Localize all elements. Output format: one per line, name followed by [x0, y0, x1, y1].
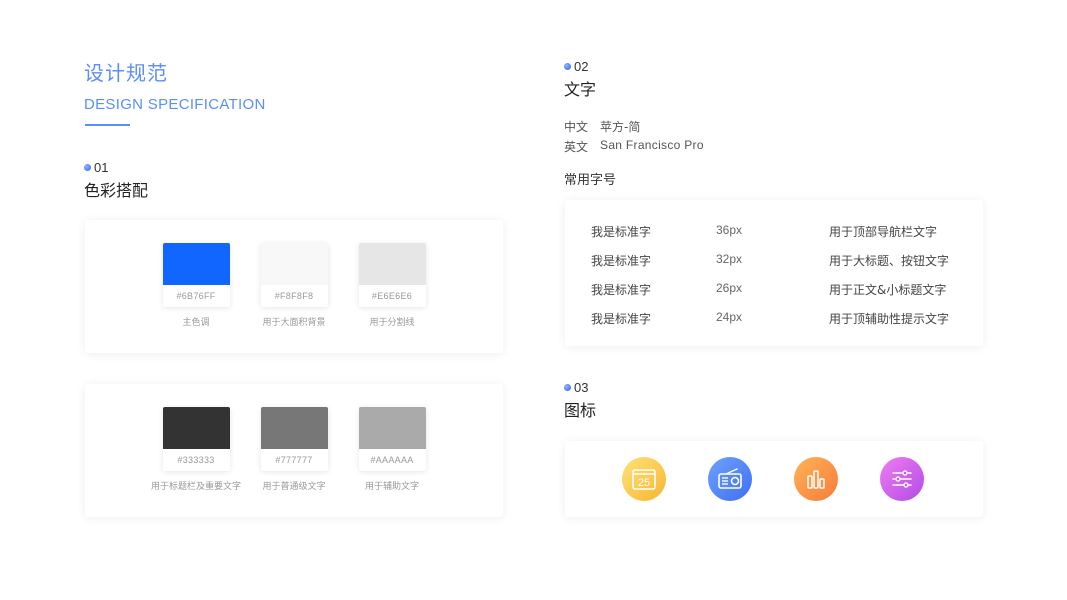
swatch-primary: #6B76FF 主色调 — [151, 243, 241, 328]
font-row-en: 英文 San Francisco Pro — [564, 138, 704, 155]
swatch-normal-text: #777777 用于普通级文字 — [249, 407, 339, 492]
size-row: 我是标准字 26px 用于正文&小标题文字 — [565, 281, 983, 301]
calendar-icon[interactable]: 25 — [622, 457, 666, 501]
size-sample: 我是标准字 — [591, 225, 652, 239]
size-value: 36px — [716, 223, 743, 237]
swatch-label: 用于标题栏及重要文字 — [151, 482, 242, 492]
swatch-fill — [358, 407, 426, 449]
swatch-hex: #F8F8F8 — [274, 291, 314, 301]
size-row: 我是标准字 36px 用于顶部导航栏文字 — [565, 223, 983, 243]
swatch-label: 用于辅助文字 — [364, 482, 419, 492]
size-usage: 用于大标题、按钮文字 — [829, 254, 950, 268]
color-card-text: #333333 用于标题栏及重要文字 #777777 用于普通级文字 #AAAA… — [85, 384, 503, 517]
swatch-label: 用于普通级文字 — [262, 482, 326, 492]
title-underline — [85, 124, 130, 126]
font-name: San Francisco Pro — [600, 138, 704, 152]
page-title-en: DESIGN SPECIFICATION — [84, 96, 266, 113]
font-row-cn: 中文 苹方-简 — [564, 118, 640, 135]
swatch-background: #F8F8F8 用于大面积背景 — [249, 243, 339, 328]
size-sample: 我是标准字 — [591, 312, 652, 326]
swatch-fill — [358, 243, 426, 285]
font-size-card: 我是标准字 36px 用于顶部导航栏文字 我是标准字 32px 用于大标题、按钮… — [565, 200, 983, 346]
section-number-text: 03 — [574, 380, 589, 395]
font-lang: 中文 — [564, 120, 589, 134]
swatch-hex: #333333 — [177, 455, 215, 465]
page-title-cn: 设计规范 — [84, 61, 168, 85]
swatch-aux-text: #AAAAAA 用于辅助文字 — [347, 407, 437, 492]
icon-card: 25 — [565, 441, 983, 517]
swatch-divider: #E6E6E6 用于分割线 — [347, 243, 437, 328]
size-value: 24px — [716, 310, 743, 324]
size-row: 我是标准字 32px 用于大标题、按钮文字 — [565, 252, 983, 272]
swatch-hex: #AAAAAA — [370, 455, 414, 465]
font-name: 苹方-简 — [600, 120, 641, 134]
common-sizes-label: 常用字号 — [564, 173, 617, 188]
swatch-hex: #777777 — [275, 455, 313, 465]
section-02-title: 文字 — [564, 80, 597, 99]
size-usage: 用于顶部导航栏文字 — [829, 225, 938, 239]
size-value: 32px — [716, 252, 743, 266]
bullet-dot-icon — [564, 63, 571, 70]
bullet-dot-icon — [564, 384, 571, 391]
calendar-day-text: 25 — [638, 477, 650, 489]
section-03-number: 03 — [564, 380, 588, 395]
section-number-text: 02 — [574, 59, 589, 74]
size-row: 我是标准字 24px 用于顶辅助性提示文字 — [565, 310, 983, 330]
settings-sliders-icon[interactable] — [880, 457, 924, 501]
size-value: 26px — [716, 281, 743, 295]
size-usage: 用于顶辅助性提示文字 — [829, 312, 950, 326]
color-card-primary: #6B76FF 主色调 #F8F8F8 用于大面积背景 #E6E6E6 用于分割… — [85, 220, 503, 353]
swatch-fill — [162, 243, 230, 285]
size-sample: 我是标准字 — [591, 254, 652, 268]
section-number-text: 01 — [94, 160, 109, 175]
swatch-title-text: #333333 用于标题栏及重要文字 — [151, 407, 241, 492]
swatch-fill — [260, 243, 328, 285]
section-01-number: 01 — [84, 160, 108, 175]
swatch-label: 主色调 — [182, 318, 210, 328]
font-lang: 英文 — [564, 140, 589, 154]
swatch-hex: #6B76FF — [176, 291, 216, 301]
size-sample: 我是标准字 — [591, 283, 652, 297]
swatch-fill — [260, 407, 328, 449]
swatch-hex: #E6E6E6 — [371, 291, 413, 301]
bullet-dot-icon — [84, 164, 91, 171]
size-usage: 用于正文&小标题文字 — [829, 283, 947, 297]
radio-icon[interactable] — [708, 457, 752, 501]
swatch-label: 用于大面积背景 — [262, 318, 326, 328]
section-03-title: 图标 — [564, 401, 597, 420]
section-02-number: 02 — [564, 59, 588, 74]
swatch-fill — [162, 407, 230, 449]
section-01-title: 色彩搭配 — [84, 181, 149, 200]
bar-chart-icon[interactable] — [794, 457, 838, 501]
swatch-label: 用于分割线 — [369, 318, 415, 328]
